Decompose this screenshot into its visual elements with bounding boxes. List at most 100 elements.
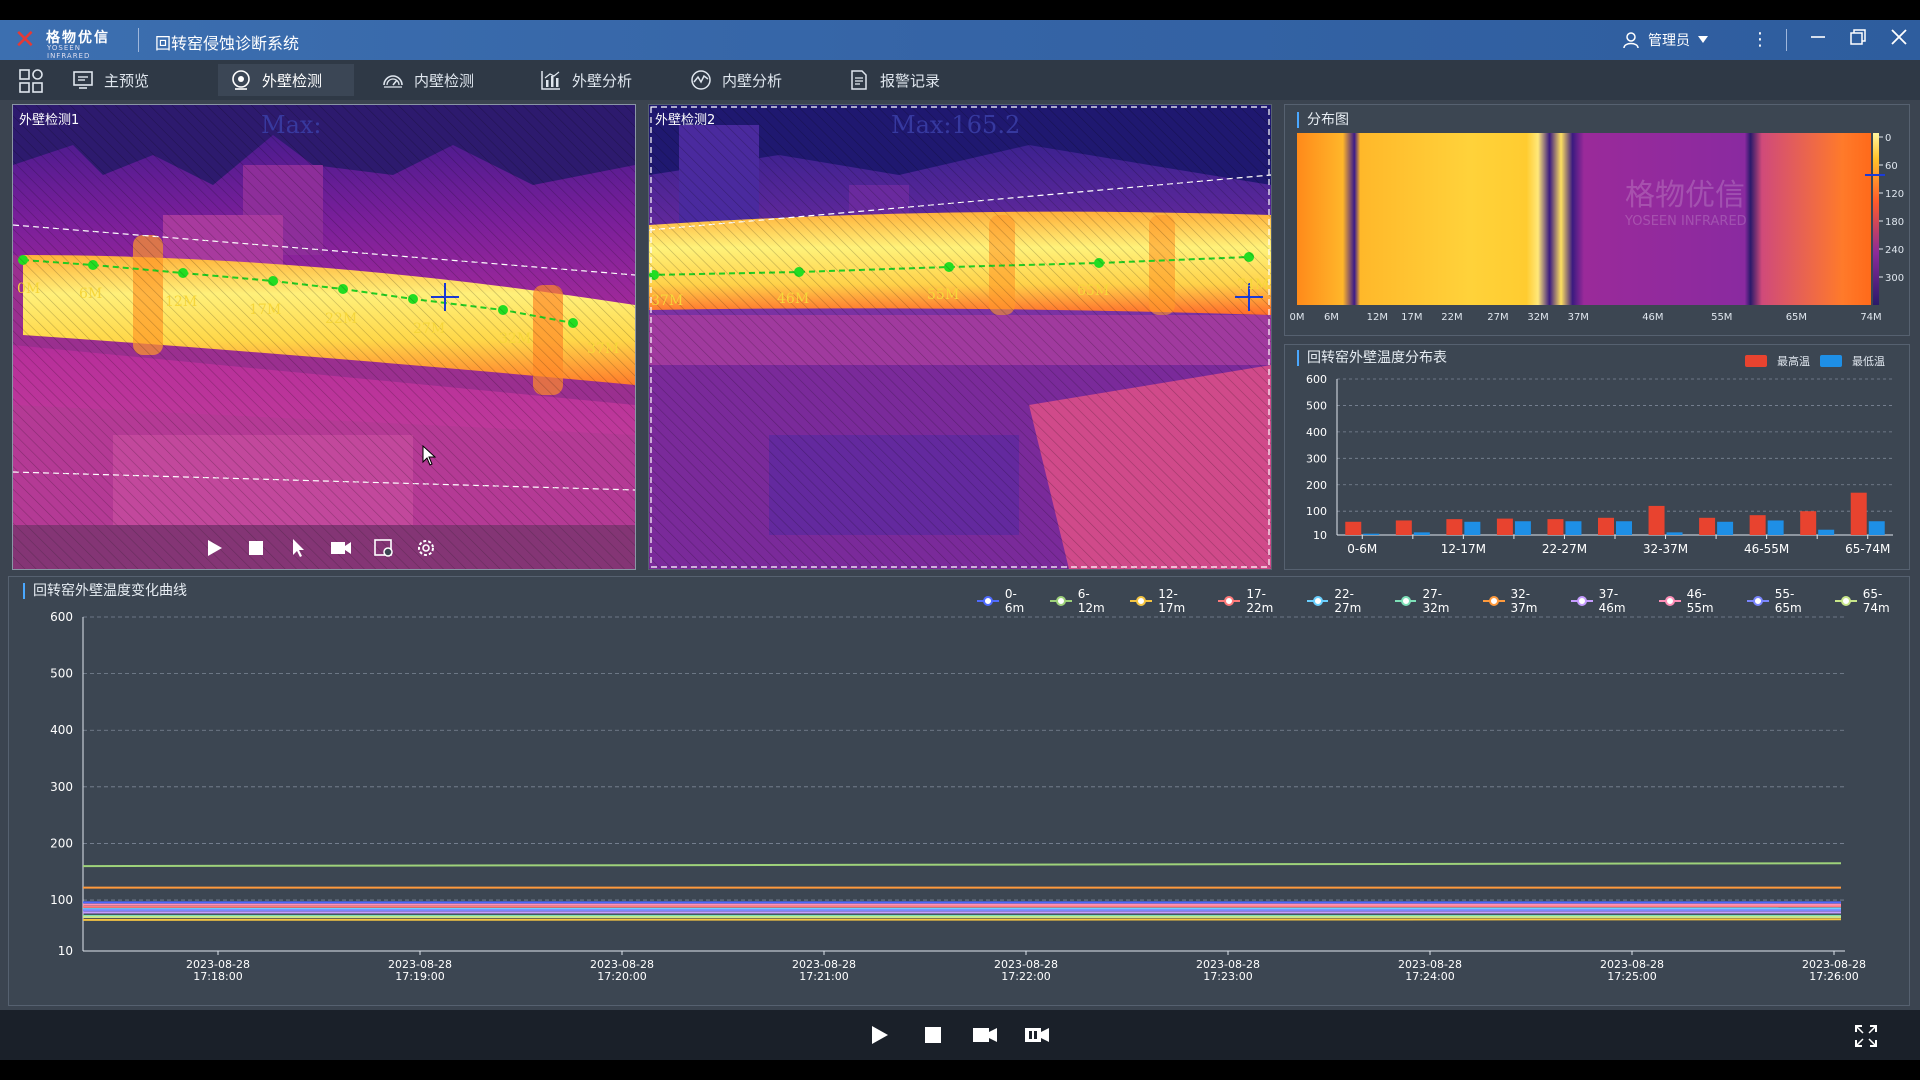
distribution-x-tick: 0M (1290, 312, 1305, 323)
nav-tab-inner-wall-detection[interactable]: 内壁检测 (370, 64, 486, 96)
bar-min-temperature (1717, 521, 1734, 535)
distribution-x-tick: 65M (1786, 312, 1807, 323)
outer-wall-temperature-distribution-panel: 回转窑外壁温度分布表 最高温 最低温 10 100 200 300 400 500 600 0… (1284, 344, 1910, 570)
bar-chart-y-tick: 200 (1306, 479, 1327, 492)
minimize-icon[interactable] (1805, 27, 1831, 53)
nav-tab-inner-wall-analysis[interactable]: 内壁分析 (678, 64, 794, 96)
bar-max-temperature (1800, 511, 1817, 535)
line-chart-y-tick: 100 (50, 893, 73, 907)
document-icon (851, 70, 867, 90)
stop-icon[interactable] (922, 1024, 944, 1046)
camera-view-1[interactable]: 外壁检测1 Max: 0M 6M 12M 17M 22M 27M 32M 37M (12, 104, 636, 570)
distribution-scale-tick: 240 (1885, 245, 1904, 256)
bar-max-temperature (1446, 519, 1463, 535)
line-chart-x-tick-time: 17:20:00 (597, 970, 646, 983)
bar-min-temperature (1818, 529, 1835, 535)
play-icon[interactable] (868, 1024, 890, 1046)
camera-2-max-temperature: Max:165.2 (891, 111, 1021, 139)
user-icon (1623, 32, 1639, 49)
play-icon[interactable] (203, 537, 225, 559)
distribution-x-tick: 17M (1401, 312, 1422, 323)
distance-labels-2: 37M 46M 55M 65M 74M (649, 105, 1271, 569)
distance-label: 17M (249, 302, 282, 318)
bar-min-temperature (1363, 533, 1380, 535)
bar-chart-y-tick: 300 (1306, 452, 1327, 465)
distance-label: 12M (165, 294, 198, 310)
bar-max-temperature (1496, 518, 1513, 535)
main-content: 外壁检测1 Max: 0M 6M 12M 17M 22M 27M 32M 37M (0, 100, 1920, 1010)
distance-label: 32M (499, 331, 532, 347)
monitor-icon (73, 71, 93, 89)
bar-min-temperature (1464, 521, 1481, 535)
screen-top-border (0, 0, 1920, 20)
bar-min-temperature (1514, 521, 1531, 535)
distance-label: 37M (587, 341, 620, 357)
bar-min-temperature (1616, 521, 1632, 535)
distance-label: 37M (651, 293, 684, 309)
camera-1-controls (203, 537, 437, 559)
user-name: 管理员 (1648, 33, 1690, 49)
more-menu-icon[interactable]: ⋮ (1747, 27, 1773, 53)
snapshot-settings-icon[interactable] (373, 537, 395, 559)
distribution-x-tick: 74M (1860, 312, 1881, 323)
playback-bar (0, 1010, 1920, 1060)
stop-icon[interactable] (245, 537, 267, 559)
bar-max-temperature (1850, 492, 1867, 535)
nav-tab-outer-wall-analysis[interactable]: 外壁分析 (528, 64, 644, 96)
bar-min-temperature (1413, 532, 1430, 535)
distribution-scale-tick: 120 (1885, 189, 1904, 200)
camera-target-icon (232, 70, 250, 90)
camera-view-2[interactable]: 外壁检测2 Max:165.2 37M 46M 55M 65M 74M (648, 104, 1272, 570)
bar-min-temperature (1565, 521, 1582, 535)
line-chart: 101002003004005006002023-08-2817:18:0020… (50, 610, 1866, 983)
bar-chart-y-tick: 600 (1306, 373, 1327, 386)
watermark-subtext: YOSEEN INFRARED (1624, 214, 1747, 229)
pointer-icon[interactable] (287, 537, 309, 559)
distribution-x-tick: 27M (1487, 312, 1508, 323)
nav-tab-label: 主预览 (104, 71, 150, 90)
bar-chart-y-tick: 400 (1306, 426, 1327, 439)
line-analysis-icon (691, 70, 711, 90)
nav-tab-label: 内壁检测 (414, 71, 475, 90)
bar-min-temperature (1666, 532, 1683, 535)
distribution-x-tick: 32M (1527, 312, 1548, 323)
line-chart-y-tick: 300 (50, 780, 73, 794)
distribution-scale-tick: 180 (1885, 217, 1904, 228)
app-title: 回转窑侵蚀诊断系统 (155, 34, 300, 53)
app-logo: ✕ 格物优信 YOSEEN INFRARED (14, 26, 124, 60)
bar-chart-y-tick: 10 (1313, 529, 1327, 542)
bar-chart: 10 100 200 300 400 500 600 0-6M 12-17M 22-27M 32-3… (1306, 373, 1893, 556)
nav-tab-label: 外壁分析 (572, 71, 633, 90)
record-icon[interactable] (972, 1024, 998, 1046)
bar-chart-x-tick: 0-6M (1347, 542, 1377, 556)
line-chart-x-tick-time: 17:21:00 (799, 970, 848, 983)
video-playback-icon[interactable] (1024, 1024, 1050, 1046)
line-chart-x-tick-time: 17:26:00 (1809, 970, 1858, 983)
nav-tab-label: 报警记录 (880, 71, 941, 90)
nav-tab-main-preview[interactable]: 主预览 (60, 64, 161, 96)
grid-menu-icon[interactable] (18, 68, 44, 94)
nav-tab-alarm-records[interactable]: 报警记录 (836, 64, 952, 96)
gear-icon[interactable] (415, 537, 437, 559)
distribution-heatmap: 格物优信 YOSEEN INFRARED 0M 6M 12M 17M 22M 27M 32M… (1290, 133, 1904, 323)
line-chart-y-tick: 400 (50, 723, 73, 737)
close-icon[interactable] (1886, 27, 1912, 53)
distribution-x-tick: 55M (1711, 312, 1732, 323)
nav-tab-outer-wall-detection[interactable]: 外壁检测 (218, 64, 354, 96)
line-chart-x-tick-time: 17:22:00 (1001, 970, 1050, 983)
line-chart-x-tick-time: 17:25:00 (1607, 970, 1656, 983)
distance-label: 22M (325, 311, 358, 327)
distribution-x-tick: 6M (1324, 312, 1339, 323)
line-chart-x-tick-time: 17:19:00 (395, 970, 444, 983)
distribution-x-tick: 37M (1568, 312, 1589, 323)
distance-label: 6M (79, 286, 103, 302)
bar-min-temperature (1767, 520, 1784, 535)
restore-icon[interactable] (1845, 27, 1871, 53)
user-menu[interactable]: 管理员 (1622, 28, 1708, 52)
mouse-cursor-icon (422, 445, 437, 466)
record-icon[interactable] (329, 537, 353, 559)
line-chart-y-tick: 10 (58, 944, 73, 958)
nav-bar: 主预览 外壁检测 内壁检测 外壁分析 内壁分析 报警记录 (0, 60, 1920, 100)
distance-label: 55M (927, 287, 960, 303)
fullscreen-icon[interactable] (1854, 1024, 1878, 1048)
